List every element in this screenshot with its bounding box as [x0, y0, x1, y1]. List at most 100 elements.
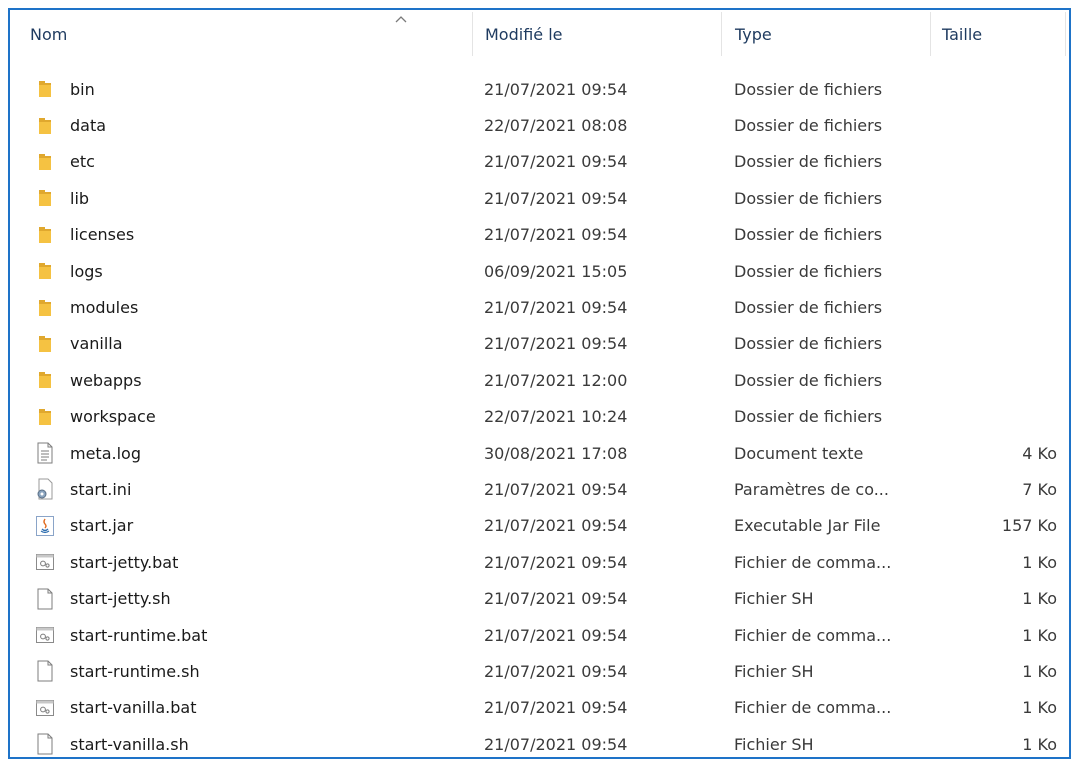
- file-name: start-runtime.sh: [70, 661, 200, 681]
- file-row[interactable]: start-jetty.sh 21/07/2021 09:54 Fichier SH…: [10, 580, 1069, 616]
- file-name-cell[interactable]: meta.log: [34, 435, 474, 471]
- file-row[interactable]: start.ini 21/07/2021 09:54 Paramètres de c…: [10, 471, 1069, 507]
- batch-file-icon: [34, 551, 56, 573]
- file-row[interactable]: start-runtime.sh 21/07/2021 09:54 Fichier …: [10, 653, 1069, 689]
- file-type: Dossier de fichiers: [734, 298, 883, 318]
- file-name-cell[interactable]: licenses: [34, 217, 474, 253]
- file-size: [944, 144, 1057, 180]
- file-row[interactable]: vanilla 21/07/2021 09:54 Dossier de fichie…: [10, 326, 1069, 362]
- file-name-cell[interactable]: start-jetty.sh: [34, 580, 474, 616]
- folder-icon: [34, 297, 56, 319]
- column-header-modified-label: Modifié le: [485, 24, 563, 44]
- file-size: [944, 253, 1057, 289]
- column-header-name-label: Nom: [30, 24, 68, 44]
- file-name: etc: [70, 152, 95, 172]
- file-modified: 21/07/2021 09:54: [484, 625, 628, 645]
- file-row[interactable]: etc 21/07/2021 09:54 Dossier de fichiers: [10, 144, 1069, 180]
- file-row[interactable]: logs 06/09/2021 15:05 Dossier de fichiers: [10, 253, 1069, 289]
- file-name-cell[interactable]: start-jetty.bat: [34, 544, 474, 580]
- batch-file-icon: [34, 624, 56, 646]
- file-name: workspace: [70, 407, 156, 427]
- file-modified: 21/07/2021 09:54: [484, 152, 628, 172]
- file-type: Dossier de fichiers: [734, 152, 883, 172]
- file-name: start-jetty.sh: [70, 589, 171, 609]
- file-type: Dossier de fichiers: [734, 334, 883, 354]
- file-modified: 22/07/2021 08:08: [484, 116, 628, 136]
- file-name: meta.log: [70, 443, 141, 463]
- file-name-cell[interactable]: etc: [34, 144, 474, 180]
- file-row[interactable]: modules 21/07/2021 09:54 Dossier de fichie…: [10, 289, 1069, 325]
- file-type: Fichier SH: [734, 589, 814, 609]
- file-type: Document texte: [734, 443, 864, 463]
- file-row[interactable]: bin 21/07/2021 09:54 Dossier de fichiers: [10, 71, 1069, 107]
- file-name-cell[interactable]: data: [34, 107, 474, 143]
- file-size: 1 Ko: [1022, 625, 1057, 645]
- file-row[interactable]: start-jetty.bat 21/07/2021 09:54 Fichier d…: [10, 544, 1069, 580]
- file-modified: 22/07/2021 10:24: [484, 407, 628, 427]
- folder-icon: [34, 115, 56, 137]
- file-name-cell[interactable]: bin: [34, 71, 474, 107]
- column-header-size[interactable]: Taille: [931, 10, 1065, 58]
- file-name-cell[interactable]: start-runtime.bat: [34, 617, 474, 653]
- file-name: vanilla: [70, 334, 123, 354]
- file-name-cell[interactable]: workspace: [34, 399, 474, 435]
- file-type: Dossier de fichiers: [734, 225, 883, 245]
- file-modified: 21/07/2021 09:54: [484, 589, 628, 609]
- file-name-cell[interactable]: lib: [34, 180, 474, 216]
- file-name-cell[interactable]: start.ini: [34, 471, 474, 507]
- file-row[interactable]: start-vanilla.sh 21/07/2021 09:54 Fichier …: [10, 726, 1069, 757]
- file-modified: 21/07/2021 09:54: [484, 188, 628, 208]
- file-row[interactable]: start.jar 21/07/2021 09:54 Executable Jar …: [10, 508, 1069, 544]
- column-header-type-label: Type: [735, 24, 772, 44]
- file-type: Fichier SH: [734, 734, 814, 754]
- column-header-type[interactable]: Type: [722, 10, 930, 58]
- file-type: Fichier de comma...: [734, 698, 892, 718]
- sort-ascending-icon: [395, 16, 407, 23]
- file-row[interactable]: licenses 21/07/2021 09:54 Dossier de fichi…: [10, 217, 1069, 253]
- column-divider[interactable]: [1065, 12, 1066, 56]
- file-type: Fichier de comma...: [734, 552, 892, 572]
- file-modified: 21/07/2021 09:54: [484, 516, 628, 536]
- file-row[interactable]: data 22/07/2021 08:08 Dossier de fichiers: [10, 107, 1069, 143]
- file-row[interactable]: start-vanilla.bat 21/07/2021 09:54 Fichier…: [10, 690, 1069, 726]
- folder-icon: [34, 187, 56, 209]
- file-name: start.ini: [70, 479, 132, 499]
- column-header-modified[interactable]: Modifié le: [473, 10, 721, 58]
- file-size: 1 Ko: [1022, 552, 1057, 572]
- file-type: Dossier de fichiers: [734, 370, 883, 390]
- folder-icon: [34, 224, 56, 246]
- file-name-cell[interactable]: modules: [34, 289, 474, 325]
- file-row[interactable]: lib 21/07/2021 09:54 Dossier de fichiers: [10, 180, 1069, 216]
- file-type: Dossier de fichiers: [734, 188, 883, 208]
- blank-file-icon: [34, 588, 56, 610]
- file-name-cell[interactable]: start-vanilla.sh: [34, 726, 474, 757]
- folder-icon: [34, 406, 56, 428]
- file-size: [944, 399, 1057, 435]
- file-name-cell[interactable]: logs: [34, 253, 474, 289]
- file-size: [944, 71, 1057, 107]
- file-size: [944, 180, 1057, 216]
- file-name-cell[interactable]: start-vanilla.bat: [34, 690, 474, 726]
- folder-icon: [34, 78, 56, 100]
- file-size: [944, 289, 1057, 325]
- file-name: start.jar: [70, 516, 134, 536]
- file-modified: 06/09/2021 15:05: [484, 261, 628, 281]
- file-modified: 21/07/2021 09:54: [484, 698, 628, 718]
- file-type: Paramètres de co...: [734, 479, 889, 499]
- file-row[interactable]: workspace 22/07/2021 10:24 Dossier de fich…: [10, 399, 1069, 435]
- file-row[interactable]: webapps 21/07/2021 12:00 Dossier de fichie…: [10, 362, 1069, 398]
- folder-icon: [34, 151, 56, 173]
- file-name-cell[interactable]: start-runtime.sh: [34, 653, 474, 689]
- file-name: modules: [70, 298, 139, 318]
- file-row[interactable]: meta.log 30/08/2021 17:08 Document texte 4 …: [10, 435, 1069, 471]
- file-size: [944, 217, 1057, 253]
- folder-icon: [34, 369, 56, 391]
- file-modified: 21/07/2021 09:54: [484, 298, 628, 318]
- file-name-cell[interactable]: webapps: [34, 362, 474, 398]
- file-size: 157 Ko: [1001, 516, 1057, 536]
- file-name-cell[interactable]: start.jar: [34, 508, 474, 544]
- column-header-size-label: Taille: [942, 24, 983, 44]
- file-row[interactable]: start-runtime.bat 21/07/2021 09:54 Fichier…: [10, 617, 1069, 653]
- file-size: 1 Ko: [1022, 661, 1057, 681]
- file-name-cell[interactable]: vanilla: [34, 326, 474, 362]
